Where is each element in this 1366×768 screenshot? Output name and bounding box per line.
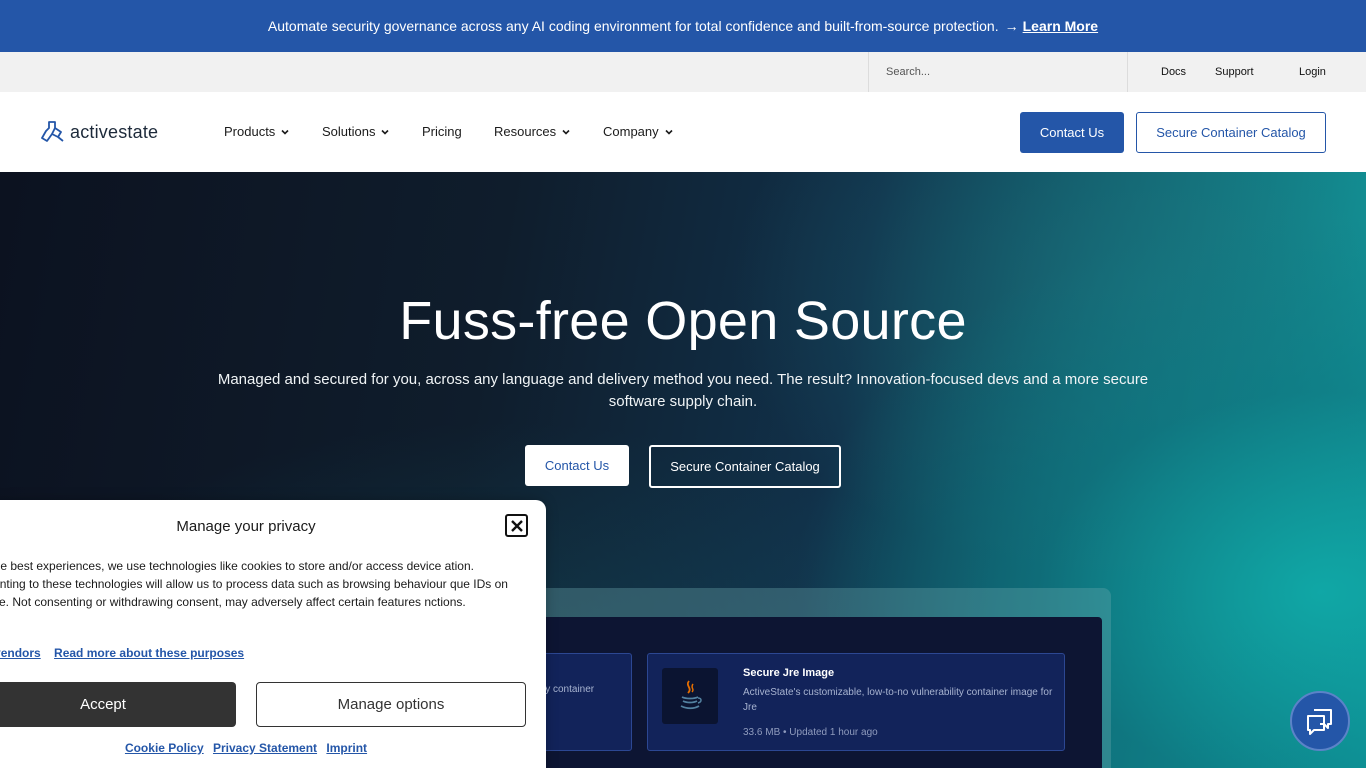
cookie-footer-links: Cookie Policy Privacy Statement Imprint [0, 741, 502, 755]
nav-pricing-label: Pricing [422, 124, 462, 139]
announcement-bar: Automate security governance across any … [0, 0, 1366, 52]
nav-pricing[interactable]: Pricing [422, 124, 462, 139]
nav-solutions-label: Solutions [322, 124, 376, 139]
hero-contact-us-button[interactable]: Contact Us [525, 445, 629, 486]
chat-widget-button[interactable] [1290, 691, 1350, 751]
accept-button[interactable]: Accept [0, 682, 236, 727]
close-icon [510, 519, 523, 532]
close-button[interactable] [505, 514, 528, 537]
cookie-title: Manage your privacy [176, 518, 316, 535]
chevron-down-icon [381, 129, 390, 135]
chevron-down-icon [281, 129, 289, 135]
nav-solutions[interactable]: Solutions [322, 124, 390, 139]
activestate-logo-icon [41, 121, 64, 142]
secure-container-catalog-button[interactable]: Secure Container Catalog [1136, 112, 1326, 153]
main-nav: activestate Products Solutions Pricing R… [0, 92, 1366, 172]
hero-subtitle: Managed and secured for you, across any … [217, 371, 1149, 410]
search-input[interactable] [869, 52, 1127, 92]
support-link[interactable]: Support [1215, 52, 1254, 92]
chevron-down-icon [665, 129, 673, 135]
nav-resources-label: Resources [494, 124, 557, 139]
manage-options-button[interactable]: Manage options [256, 682, 526, 727]
cookie-policy-link[interactable]: Cookie Policy [125, 741, 204, 755]
logo-text: activestate [70, 121, 159, 142]
card-meta: 33.6 MB • Updated 1 hour ago [743, 727, 878, 738]
nav-products-label: Products [224, 124, 276, 139]
nav-products[interactable]: Products [224, 124, 290, 139]
chat-icon [1307, 709, 1332, 735]
container-card-jre[interactable]: Secure Jre Image ActiveState's customiza… [647, 653, 1065, 751]
login-link[interactable]: Login [1299, 52, 1326, 92]
card-description: ActiveState's customizable, low-to-no vu… [743, 687, 1053, 713]
announcement-text: Automate security governance across any … [267, 18, 999, 34]
nav-company-label: Company [603, 124, 659, 139]
privacy-statement-link[interactable]: Privacy Statement [213, 741, 317, 755]
card-title: Secure Jre Image [743, 667, 835, 679]
manage-vendors-link[interactable]: anage vendors [0, 646, 41, 660]
arrow-icon: → [1004, 18, 1019, 34]
logo[interactable]: activestate [40, 120, 158, 144]
imprint-link[interactable]: Imprint [326, 741, 367, 755]
hero-secure-container-catalog-button[interactable]: Secure Container Catalog [649, 445, 841, 488]
nav-company[interactable]: Company [603, 124, 674, 139]
search-box [868, 52, 1128, 92]
learn-more-link[interactable]: Learn More [1023, 18, 1098, 34]
docs-link[interactable]: Docs [1161, 52, 1186, 92]
nav-resources[interactable]: Resources [494, 124, 571, 139]
cookie-body-text: vide the best experiences, we use techno… [0, 559, 508, 609]
cookie-consent-modal: Manage your privacy vide the best experi… [0, 500, 546, 768]
hero-title: Fuss-free Open Source [399, 291, 967, 351]
utility-bar: Docs Support Login [0, 52, 1366, 92]
container-card-text: lity container [538, 684, 595, 695]
chevron-down-icon [562, 129, 570, 135]
read-more-purposes-link[interactable]: Read more about these purposes [54, 646, 244, 660]
contact-us-button[interactable]: Contact Us [1020, 112, 1124, 153]
cookie-links: anage vendors Read more about these purp… [0, 646, 254, 660]
java-icon [662, 668, 718, 724]
